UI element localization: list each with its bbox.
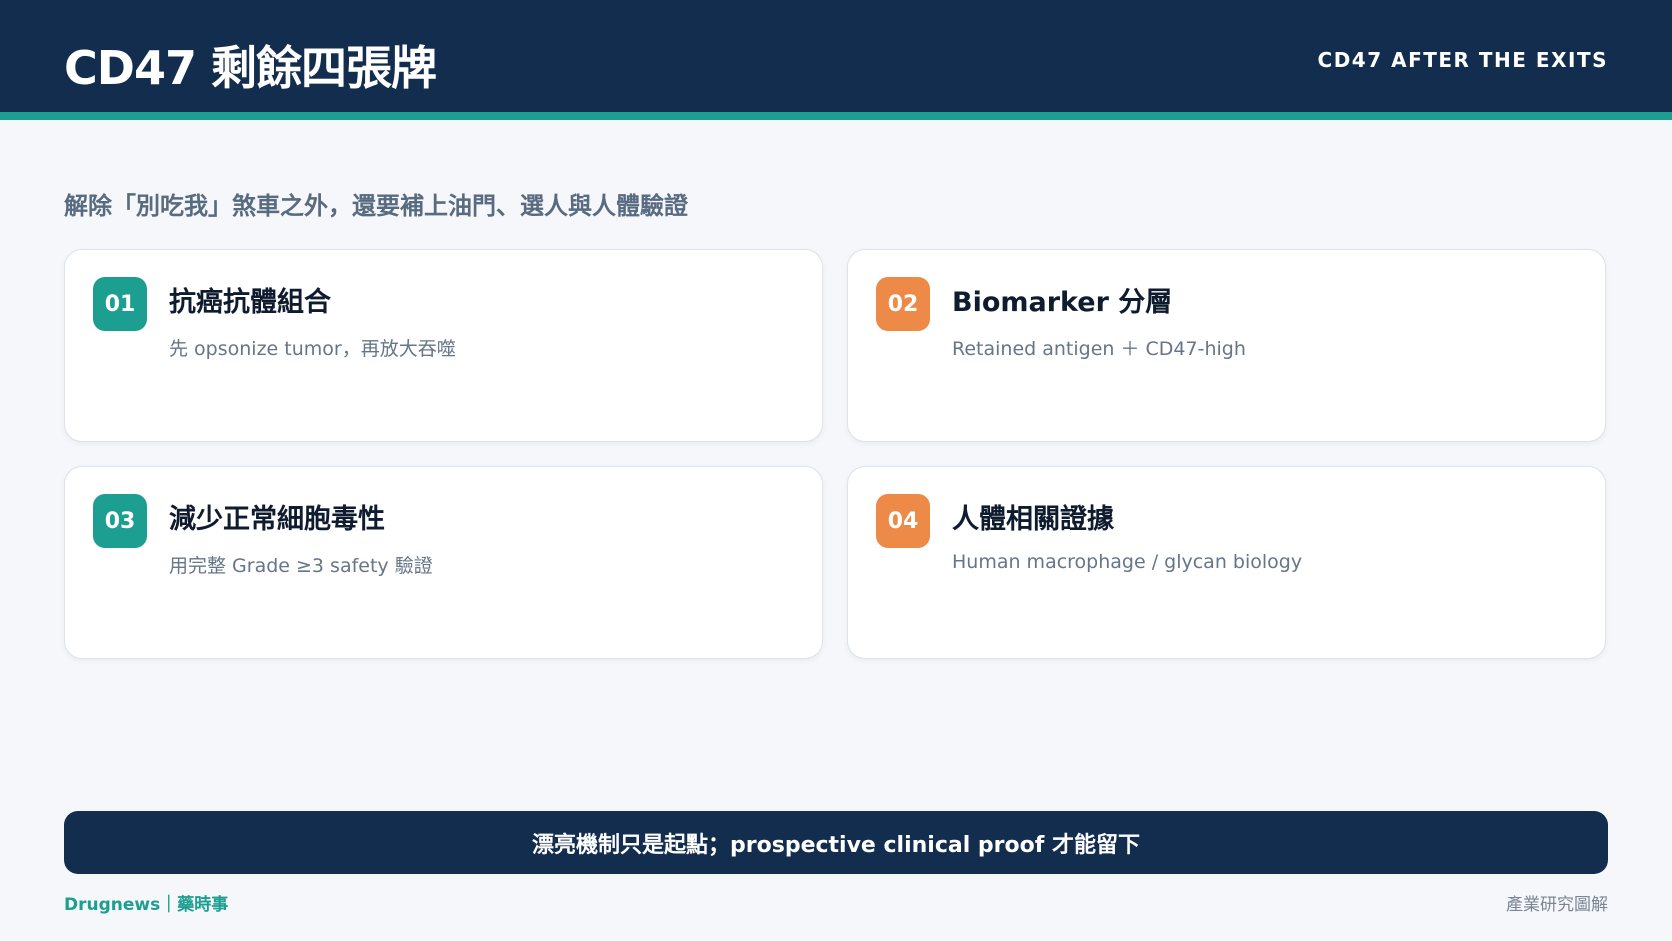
lead-text: 解除「別吃我」煞車之外，還要補上油門、選人與人體驗證 <box>64 192 688 220</box>
card-antibody-combo: 01 抗癌抗體組合 先 opsonize tumor，再放大吞噬 <box>64 249 823 442</box>
card-description: Human macrophage / glycan biology <box>952 551 1303 573</box>
card-description: 先 opsonize tumor，再放大吞噬 <box>169 338 456 360</box>
card-number-badge: 01 <box>93 277 147 331</box>
card-description: Retained antigen ＋ CD47-high <box>952 338 1246 360</box>
card-number-badge: 02 <box>876 277 930 331</box>
footer-tag: 產業研究圖解 <box>1506 895 1608 915</box>
card-biomarker: 02 Biomarker 分層 Retained antigen ＋ CD47-… <box>847 249 1606 442</box>
card-human-evidence: 04 人體相關證據 Human macrophage / glycan biol… <box>847 466 1606 659</box>
header-subtitle: CD47 AFTER THE EXITS <box>1317 48 1608 72</box>
header: CD47 剩餘四張牌 CD47 AFTER THE EXITS <box>0 0 1672 120</box>
card-title: 減少正常細胞毒性 <box>169 504 385 535</box>
card-number-badge: 04 <box>876 494 930 548</box>
card-title: 抗癌抗體組合 <box>169 287 331 318</box>
card-toxicity: 03 減少正常細胞毒性 用完整 Grade ≥3 safety 驗證 <box>64 466 823 659</box>
footer-brand: Drugnews｜藥時事 <box>64 895 229 915</box>
card-number-badge: 03 <box>93 494 147 548</box>
conclusion-banner: 漂亮機制只是起點；prospective clinical proof 才能留下 <box>64 811 1608 874</box>
card-description: 用完整 Grade ≥3 safety 驗證 <box>169 555 433 577</box>
card-title: 人體相關證據 <box>952 504 1114 535</box>
page-title: CD47 剩餘四張牌 <box>64 41 437 95</box>
card-title: Biomarker 分層 <box>952 287 1173 318</box>
